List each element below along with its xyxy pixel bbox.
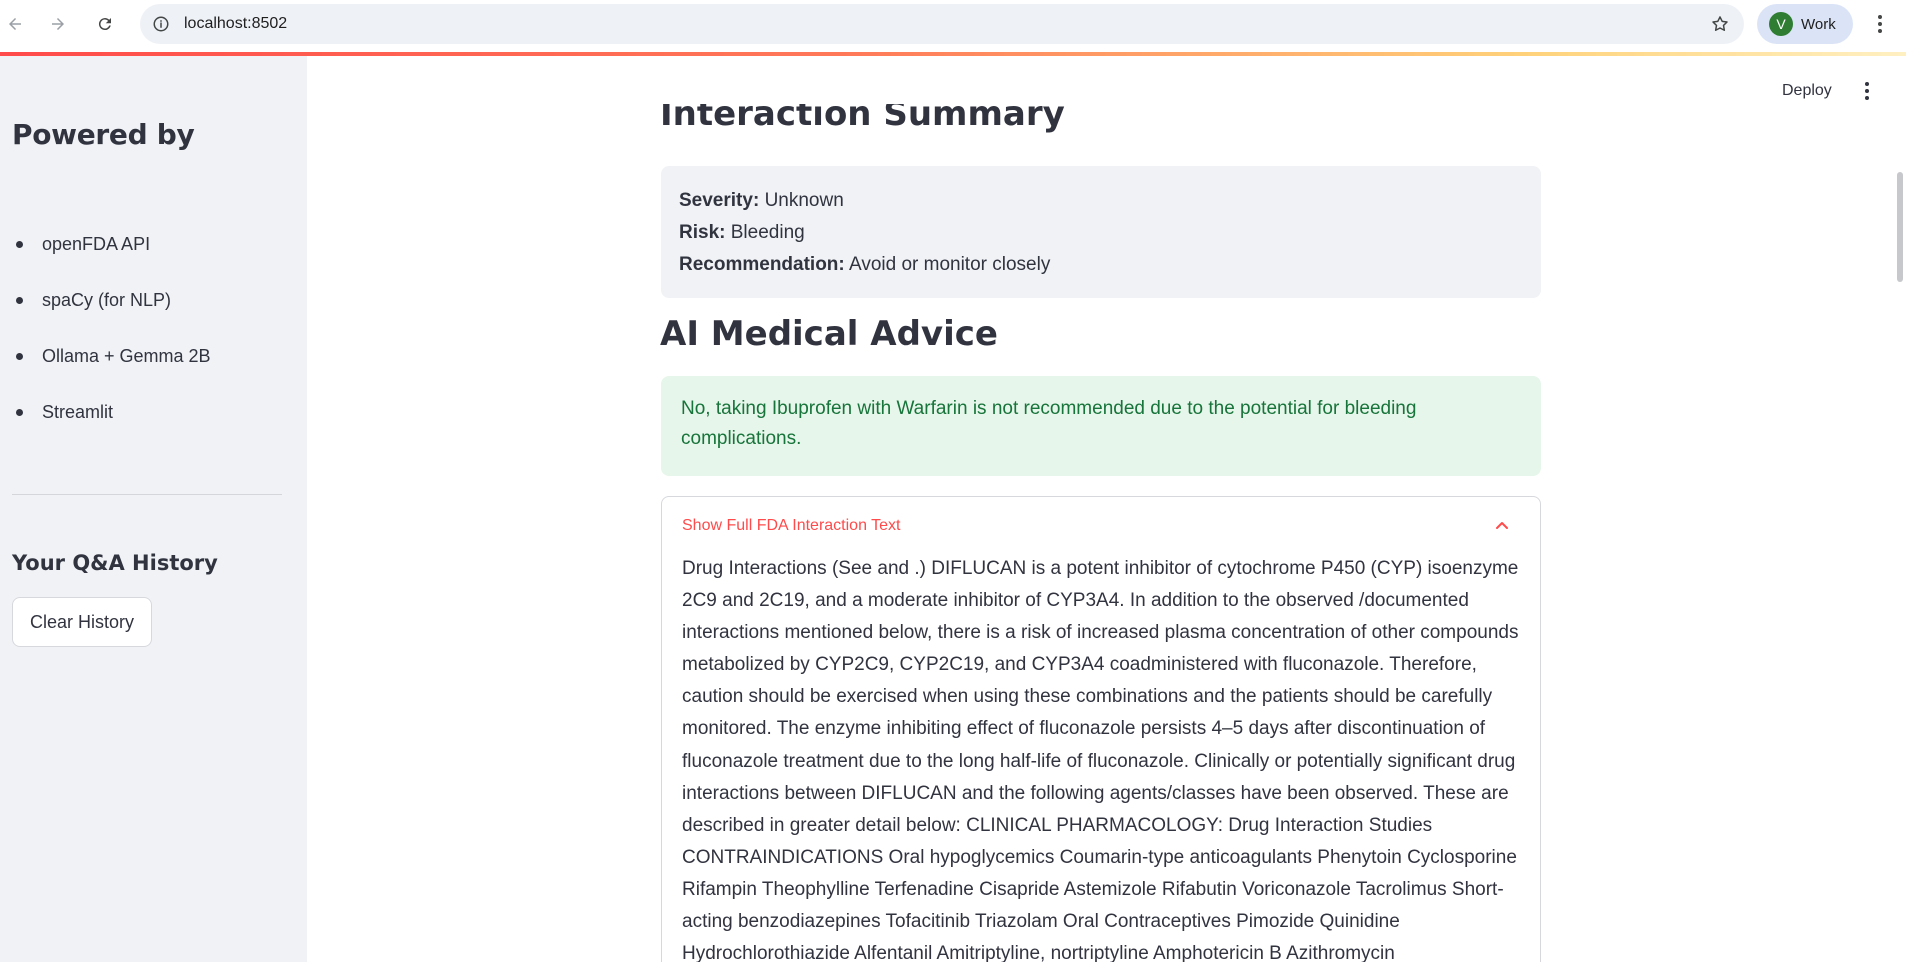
chevron-up-icon[interactable]: [1494, 517, 1510, 533]
deploy-button[interactable]: Deploy: [1782, 82, 1832, 100]
sidebar: [0, 56, 307, 962]
clear-history-button[interactable]: Clear History: [12, 597, 152, 647]
avatar: V: [1769, 12, 1793, 36]
list-item: Ollama + Gemma 2B: [12, 344, 211, 400]
profile-button[interactable]: V Work: [1757, 4, 1853, 44]
list-item: Streamlit: [12, 400, 211, 456]
recommendation-value: Avoid or monitor closely: [848, 254, 1051, 275]
url-text[interactable]: localhost:8502: [184, 15, 287, 33]
severity-row: Severity: Unknown: [679, 185, 1523, 217]
summary-heading-text: Interaction Summary: [660, 104, 1065, 134]
risk-row: Risk: Bleeding: [679, 217, 1523, 249]
history-heading: Your Q&A History: [12, 551, 218, 575]
reload-icon[interactable]: [90, 9, 120, 39]
powered-by-heading: Powered by: [12, 118, 195, 151]
risk-label: Risk:: [679, 222, 726, 243]
scrollbar-thumb[interactable]: [1897, 172, 1903, 282]
advice-heading: AI Medical Advice: [660, 314, 998, 354]
recommendation-label: Recommendation:: [679, 254, 845, 275]
fda-text-expander: Show Full FDA Interaction Text Drug Inte…: [661, 496, 1541, 962]
app-menu-icon[interactable]: [1860, 80, 1874, 102]
profile-label: Work: [1801, 15, 1836, 33]
expander-toggle[interactable]: Show Full FDA Interaction Text: [682, 517, 900, 535]
forward-icon[interactable]: [43, 9, 73, 39]
list-item: spaCy (for NLP): [12, 288, 211, 344]
site-info-icon[interactable]: [152, 15, 170, 33]
sidebar-divider: [12, 494, 282, 495]
advice-text: No, taking Ibuprofen with Warfarin is no…: [681, 398, 1417, 449]
severity-value: Unknown: [764, 190, 844, 211]
list-item: openFDA API: [12, 232, 211, 288]
risk-value: Bleeding: [730, 222, 805, 243]
advice-success-box: No, taking Ibuprofen with Warfarin is no…: [661, 376, 1541, 476]
powered-by-list: openFDA API spaCy (for NLP) Ollama + Gem…: [12, 232, 211, 456]
bookmark-star-icon[interactable]: [1710, 14, 1730, 34]
interaction-summary-box: Severity: Unknown Risk: Bleeding Recomme…: [661, 166, 1541, 298]
browser-menu-icon[interactable]: [1870, 12, 1890, 36]
address-bar[interactable]: localhost:8502: [140, 4, 1744, 44]
severity-label: Severity:: [679, 190, 760, 211]
summary-heading: Interaction Summary: [660, 104, 1065, 142]
back-icon[interactable]: [0, 9, 30, 39]
recommendation-row: Recommendation: Avoid or monitor closely: [679, 249, 1523, 281]
browser-toolbar: localhost:8502 V Work: [0, 0, 1906, 48]
fda-interaction-text: Drug Interactions (See and .) DIFLUCAN i…: [682, 558, 1519, 962]
